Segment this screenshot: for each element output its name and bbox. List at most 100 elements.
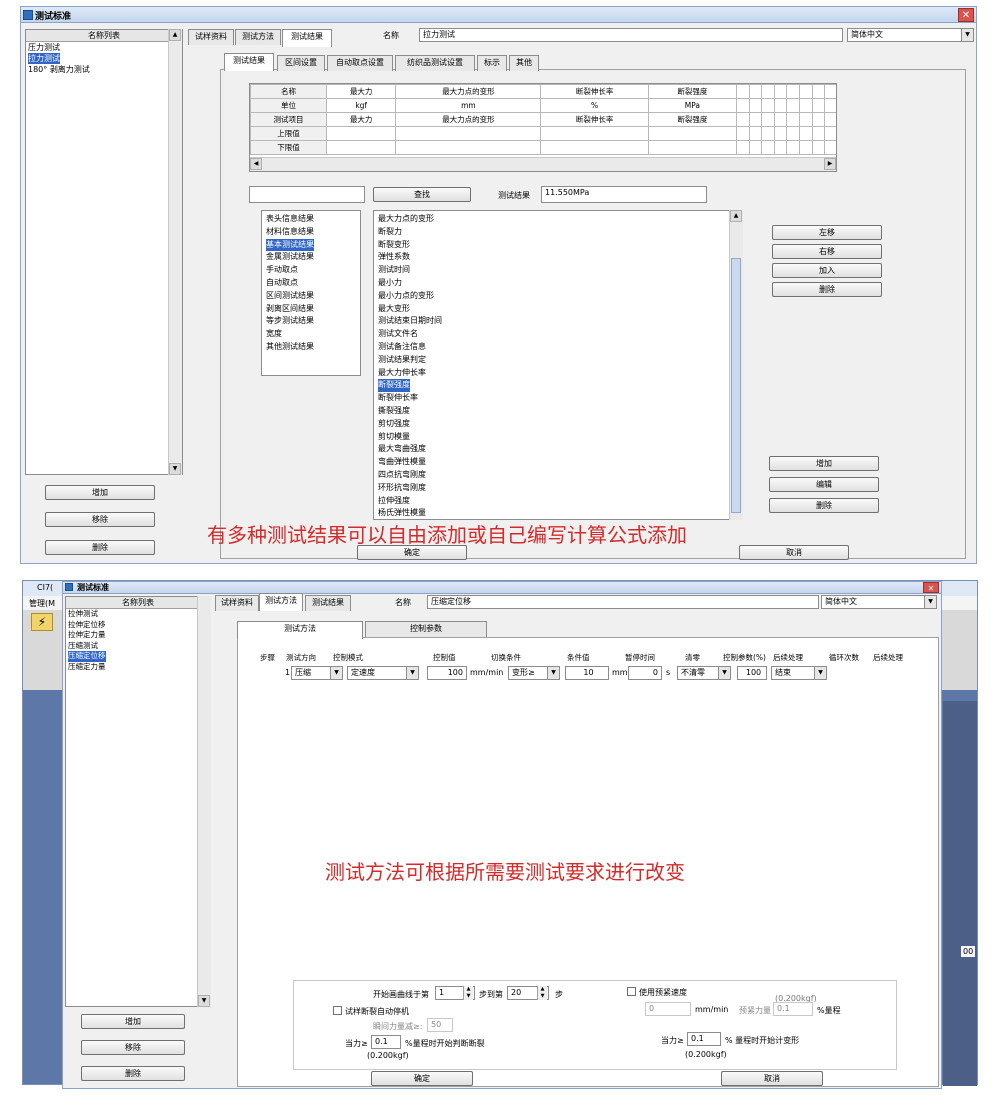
chevron-down-icon[interactable]: ▼	[547, 667, 559, 679]
grid-cell[interactable]: 最大力	[325, 112, 397, 127]
grid-cell[interactable]	[773, 140, 788, 155]
grid-cell[interactable]	[811, 126, 826, 141]
grid-cell[interactable]: 上限值	[250, 126, 327, 141]
tab-sample-info[interactable]: 试样资料	[215, 595, 259, 611]
result-item[interactable]: 剪切模量	[376, 431, 742, 444]
result-item[interactable]: 拉伸强度	[376, 495, 742, 508]
grid-cell[interactable]	[540, 140, 649, 155]
move-right-button[interactable]: 右移	[772, 244, 882, 259]
result-field[interactable]: 11.550MPa	[541, 186, 707, 203]
result-item[interactable]: 最小力点的变形	[376, 290, 742, 303]
move-button[interactable]: 移除	[81, 1040, 185, 1055]
grid-cell[interactable]	[799, 140, 813, 155]
scroll-down-icon[interactable]: ▼	[198, 995, 210, 1007]
grid-cell[interactable]: 测试项目	[250, 112, 327, 127]
edit-button[interactable]: 编辑	[769, 477, 879, 492]
spin-start-icon[interactable]: ▲ ▼	[463, 986, 473, 1000]
when-force-field[interactable]: 0.1	[371, 1035, 401, 1049]
grid-cell[interactable]	[773, 98, 788, 113]
grid-cell[interactable]	[799, 84, 813, 99]
grid-cell[interactable]	[761, 126, 775, 141]
grid-cell[interactable]	[824, 84, 836, 99]
list-item[interactable]: 压缩定位移	[66, 651, 210, 662]
grid-cell[interactable]	[786, 126, 801, 141]
result-item[interactable]: 断裂伸长率	[376, 392, 742, 405]
grid-cell[interactable]	[647, 140, 738, 155]
result-item[interactable]: 弯曲弹性模量	[376, 456, 742, 469]
chevron-down-icon[interactable]: ▼	[961, 29, 973, 41]
tab-test-result[interactable]: 测试结果	[282, 29, 332, 47]
result-item[interactable]: 断裂强度	[376, 379, 742, 393]
grid-cell[interactable]	[786, 112, 801, 127]
grid-cell[interactable]	[748, 126, 763, 141]
move-left-button[interactable]: 左移	[772, 225, 882, 240]
drop-field[interactable]: 50	[427, 1018, 453, 1032]
preload-force-field[interactable]: 0.1	[773, 1002, 813, 1016]
result-item[interactable]: 测试时间	[376, 264, 742, 277]
grid-cell[interactable]	[748, 98, 763, 113]
grid-cell[interactable]	[811, 84, 826, 99]
add-formula-button[interactable]: 增加	[769, 456, 879, 471]
grid-cell[interactable]	[786, 98, 801, 113]
grid-cell[interactable]	[395, 126, 542, 141]
grid-cell[interactable]: 断裂强度	[647, 84, 738, 99]
delete-button[interactable]: 删除	[81, 1066, 185, 1081]
condition-value-field[interactable]: 10	[565, 666, 609, 680]
grid-cell[interactable]	[811, 140, 826, 155]
grid-cell[interactable]	[773, 126, 788, 141]
result-item[interactable]: 剪切强度	[376, 418, 742, 431]
join-button[interactable]: 加入	[772, 263, 882, 278]
grid-cell[interactable]: kgf	[325, 98, 397, 113]
subtab-control-param[interactable]: 控制参数	[365, 621, 487, 637]
grid-cell[interactable]	[799, 112, 813, 127]
grid-cell[interactable]	[773, 112, 788, 127]
tab-test-result[interactable]: 测试结果	[305, 595, 351, 611]
spin-end-icon[interactable]: ▲ ▼	[537, 986, 547, 1000]
subtab-test-method[interactable]: 测试方法	[237, 621, 363, 639]
grid-cell[interactable]	[736, 98, 750, 113]
grid-row[interactable]: 名称 最大力 最大力点的变形 断裂伸长率 断裂强度	[250, 84, 836, 99]
grid-cell[interactable]	[540, 126, 649, 141]
result-item[interactable]: 四点抗弯刚度	[376, 469, 742, 482]
tab-test-method[interactable]: 测试方法	[235, 29, 281, 45]
ok-button[interactable]: 确定	[371, 1071, 473, 1086]
preload-checkbox[interactable]	[627, 987, 636, 996]
grid-cell[interactable]	[824, 126, 836, 141]
grid-row[interactable]: 下限值	[250, 140, 836, 155]
grid-cell[interactable]: 断裂伸长率	[540, 84, 649, 99]
grid-cell[interactable]	[761, 84, 775, 99]
grid-cell[interactable]	[761, 140, 775, 155]
scroll-down-icon[interactable]: ▼	[169, 463, 181, 475]
search-input[interactable]	[249, 186, 365, 203]
condition-select[interactable]: 变形≥ ▼	[508, 666, 560, 680]
tab-test-method[interactable]: 测试方法	[259, 593, 303, 611]
zero-select[interactable]: 不清零 ▼	[677, 666, 731, 680]
grid-cell[interactable]: 断裂伸长率	[540, 112, 649, 127]
grid-row[interactable]: 单位 kgf mm% MPa	[250, 98, 836, 113]
name-list[interactable]: 名称列表 拉伸测试 拉伸定位移 拉伸定力量 压缩测试 压缩定位移 压缩定力量	[65, 596, 211, 1007]
subtab-mark[interactable]: 标示	[477, 55, 507, 71]
result-item[interactable]: 测试结束日期时间	[376, 315, 742, 328]
find-button[interactable]: 查找	[373, 187, 471, 202]
grid-cell[interactable]	[325, 140, 397, 155]
grid-cell[interactable]: 最大力	[325, 84, 397, 99]
scroll-thumb[interactable]	[731, 258, 741, 513]
add-button[interactable]: 增加	[81, 1014, 185, 1029]
delete-button[interactable]: 删除	[45, 540, 155, 555]
result-item[interactable]: 环形抗弯刚度	[376, 482, 742, 495]
result-item[interactable]: 最小力	[376, 277, 742, 290]
close-button[interactable]: ✕	[958, 8, 974, 22]
chevron-down-icon[interactable]: ▼	[814, 667, 826, 679]
category-item[interactable]: 其他测试结果	[264, 341, 360, 354]
chevron-down-icon[interactable]: ▼	[406, 667, 418, 679]
delete-formula-button[interactable]: 删除	[769, 498, 879, 513]
grid-cell[interactable]	[647, 126, 738, 141]
grid-cell[interactable]	[824, 112, 836, 127]
grid-cell[interactable]	[824, 140, 836, 155]
grid-cell[interactable]	[811, 112, 826, 127]
bg-toolbar-icon[interactable]: ⚡	[31, 613, 53, 631]
remove-button[interactable]: 删除	[772, 282, 882, 297]
list-item[interactable]: 压力测试	[26, 42, 182, 53]
grid-cell[interactable]	[761, 112, 775, 127]
grid-cell[interactable]: 断裂强度	[647, 112, 738, 127]
